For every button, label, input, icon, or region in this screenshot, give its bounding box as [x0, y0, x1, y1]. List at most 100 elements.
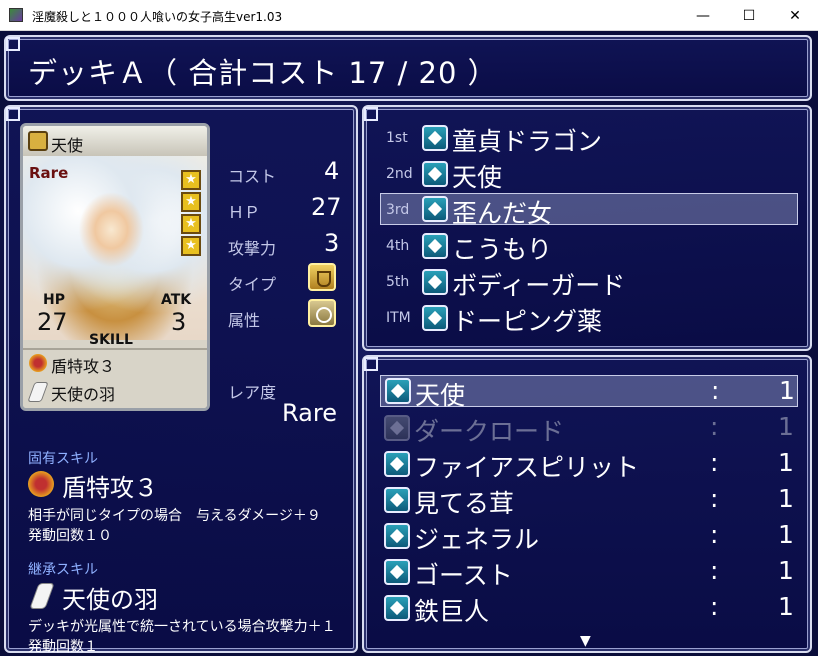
rarity-label: レア度 [228, 383, 277, 402]
star-icon: ★ [181, 236, 201, 256]
deck-row[interactable]: ITM ドーピング薬 [380, 301, 800, 336]
card-atk-value: 3 [171, 308, 187, 336]
cost-value: 4 [324, 157, 340, 185]
slot-card-name: 天使 [452, 163, 503, 192]
deck-slots-window: 1st 童貞ドラゴン 2nd 天使 3rd 歪んだ女 4th こうもり 5th … [362, 105, 812, 351]
close-button[interactable]: ✕ [772, 0, 818, 31]
card-gem-icon [384, 595, 410, 621]
inventory-sep: : [710, 520, 719, 549]
scroll-down-arrow-icon[interactable]: ▼ [580, 633, 591, 649]
card-gem-icon [384, 523, 410, 549]
slot-label: 1st [386, 130, 408, 146]
slot-label: 5th [386, 274, 410, 290]
inventory-sep: : [710, 412, 719, 441]
shield-icon [28, 131, 48, 151]
card-atk-label: ATK [161, 292, 192, 308]
rarity-badge: Rare [29, 164, 69, 182]
atk-value: 3 [324, 229, 340, 257]
window-title: 淫魔殺しと１０００人喰いの女子高生ver1.03 [32, 10, 283, 24]
card-gem-icon [384, 487, 410, 513]
card-gem-icon [422, 269, 448, 295]
innate-skill-label: 固有スキル [28, 451, 98, 467]
hp-value: 27 [311, 193, 342, 221]
inherit-skill-desc: デッキが光属性で統一されている場合攻撃力＋１ [28, 619, 336, 635]
inventory-row-disabled[interactable]: ダークロード : 1 [380, 411, 798, 446]
slot-label: 4th [386, 238, 410, 254]
deck-title: デッキＡ（ 合計コスト 17 / 20 ） [28, 56, 498, 90]
card-gem-icon [385, 378, 411, 404]
inventory-card-name: 天使 [415, 381, 466, 410]
star-icon: ★ [181, 170, 201, 190]
maximize-button[interactable]: ☐ [726, 0, 772, 31]
card-gem-icon [422, 233, 448, 259]
inventory-sep: : [710, 592, 719, 621]
inventory-count: 1 [778, 412, 794, 441]
slot-label: ITM [386, 310, 411, 326]
title-bar: 淫魔殺しと１０００人喰いの女子高生ver1.03 — ☐ ✕ [0, 0, 818, 31]
inventory-sep: : [710, 448, 719, 477]
slot-label: 2nd [386, 166, 413, 182]
card-image[interactable]: 天使 Rare ★ ★ ★ ★ HP 27 ATK 3 SKILL 盾特攻３ 天… [20, 123, 210, 411]
card-hp-label: HP [43, 292, 65, 308]
cost-label: コスト [228, 167, 277, 186]
spiked-shield-icon [28, 471, 54, 497]
slot-label: 3rd [386, 202, 410, 218]
app-icon [9, 8, 23, 22]
inventory-count: 1 [778, 556, 794, 585]
minimize-button[interactable]: — [680, 0, 726, 31]
spiked-shield-icon [29, 354, 47, 372]
inventory-row[interactable]: ジェネラル : 1 [380, 519, 798, 554]
deck-row[interactable]: 2nd 天使 [380, 157, 800, 192]
inventory-row[interactable]: ファイアスピリット : 1 [380, 447, 798, 482]
inventory-card-name: ゴースト [414, 561, 513, 590]
card-hp-value: 27 [37, 308, 68, 336]
slot-card-name: 童貞ドラゴン [452, 127, 603, 156]
inventory-card-name: 鉄巨人 [414, 597, 490, 626]
light-attribute-icon [308, 299, 336, 327]
slot-card-name: こうもり [452, 235, 553, 264]
card-gem-icon [422, 161, 448, 187]
feather-icon [29, 583, 55, 609]
card-gem-icon [422, 125, 448, 151]
card-skill-label: SKILL [89, 332, 133, 348]
inventory-row-selected[interactable]: 天使 : 1 [380, 375, 798, 410]
inventory-row[interactable]: 鉄巨人 : 1 [380, 591, 798, 626]
slot-card-name: ドーピング薬 [452, 307, 603, 336]
inventory-sep: : [710, 484, 719, 513]
deck-row[interactable]: 4th こうもり [380, 229, 800, 264]
star-icon: ★ [181, 214, 201, 234]
card-inventory-window: 天使 : 1 ダークロード : 1 ファイアスピリット : 1 見てる茸 : 1… [362, 355, 812, 653]
card-gem-icon [422, 196, 448, 222]
inventory-card-name: ジェネラル [414, 525, 540, 554]
card-gem-icon [384, 559, 410, 585]
deck-row-selected[interactable]: 3rd 歪んだ女 [380, 193, 798, 228]
slot-card-name: ボディーガード [452, 271, 626, 300]
deck-row[interactable]: 5th ボディーガード [380, 265, 800, 300]
inventory-sep: : [711, 376, 720, 405]
inventory-card-name: ファイアスピリット [414, 453, 640, 482]
card-gem-icon [384, 451, 410, 477]
inventory-count: 1 [778, 448, 794, 477]
inventory-row[interactable]: 見てる茸 : 1 [380, 483, 798, 518]
header-window: デッキＡ（ 合計コスト 17 / 20 ） [4, 35, 812, 101]
star-icon: ★ [181, 192, 201, 212]
deck-row[interactable]: 1st 童貞ドラゴン [380, 121, 800, 156]
inventory-count: 1 [778, 520, 794, 549]
slot-card-name: 歪んだ女 [452, 199, 553, 228]
card-detail-window: 天使 Rare ★ ★ ★ ★ HP 27 ATK 3 SKILL 盾特攻３ 天… [4, 105, 358, 655]
card-gem-icon [422, 305, 448, 331]
inventory-sep: : [710, 556, 719, 585]
inherit-skill-label: 継承スキル [28, 562, 98, 578]
attribute-label: 属性 [228, 311, 261, 330]
inherit-skill-uses: 発動回数１ [28, 639, 98, 655]
shield-type-icon [308, 263, 336, 291]
inventory-row[interactable]: ゴースト : 1 [380, 555, 798, 590]
card-gem-icon [384, 415, 410, 441]
innate-skill-uses: 発動回数１０ [28, 528, 112, 544]
type-label: タイプ [228, 275, 277, 294]
inventory-count: 1 [778, 592, 794, 621]
innate-skill-name: 盾特攻３ [62, 474, 158, 502]
hp-label: ＨＰ [228, 203, 261, 222]
inherit-skill-name: 天使の羽 [62, 586, 158, 614]
rarity-value: Rare [282, 399, 337, 427]
